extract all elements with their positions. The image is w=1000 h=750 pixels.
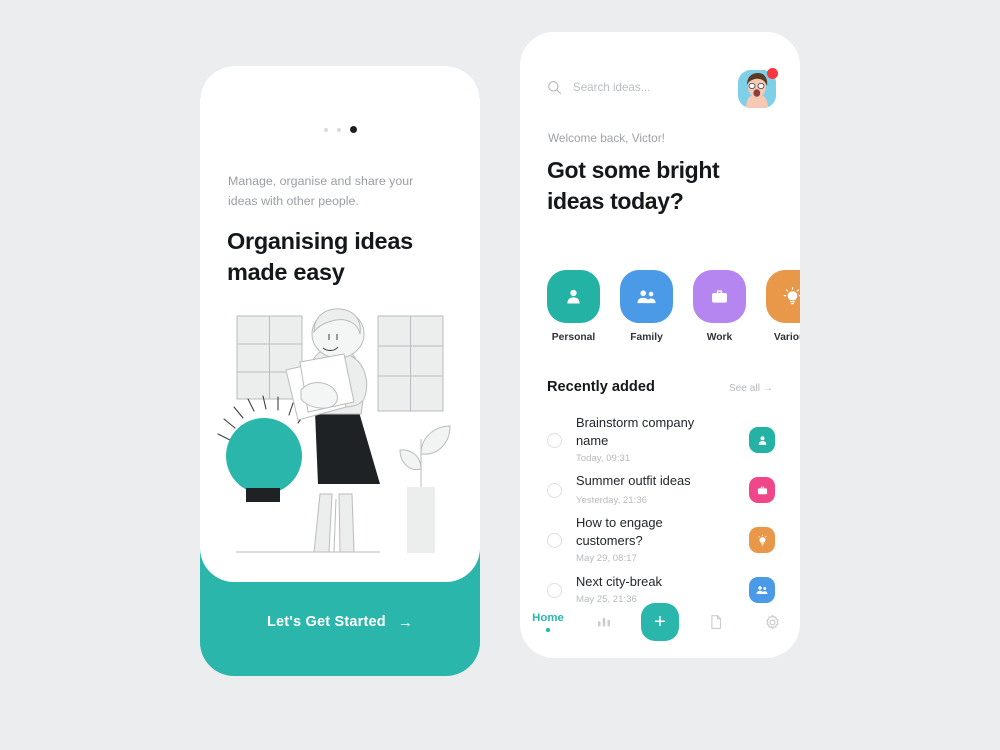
page-dot-3[interactable] bbox=[349, 126, 357, 133]
item-checkbox[interactable] bbox=[547, 432, 562, 448]
category-label: Family bbox=[630, 332, 663, 343]
item-category-badge[interactable] bbox=[749, 477, 775, 503]
person-icon bbox=[758, 435, 766, 445]
bottom-navigation: Home + bbox=[520, 586, 800, 658]
item-text: Brainstorm company name Today, 09:31 bbox=[576, 414, 726, 466]
home-card: Search ideas... Welcome back, Victor! Go… bbox=[520, 32, 800, 658]
add-button[interactable]: + bbox=[641, 603, 679, 641]
category-tile[interactable] bbox=[693, 270, 746, 323]
notification-dot bbox=[767, 68, 778, 79]
category-tile[interactable] bbox=[766, 270, 800, 323]
category-label: Personal bbox=[551, 332, 596, 343]
item-timestamp: Yesterday, 21:36 bbox=[576, 495, 647, 506]
onboarding-card: Manage, organise and share your ideas wi… bbox=[200, 66, 480, 582]
page-title: Got some bright ideas today? bbox=[547, 157, 720, 215]
onboarding-subtitle: Manage, organise and share your ideas wi… bbox=[228, 174, 414, 209]
bar-chart-icon bbox=[598, 617, 610, 627]
category-chip-family[interactable]: Family bbox=[620, 270, 673, 343]
recently-added-list: Brainstorm company name Today, 09:31 Sum… bbox=[547, 415, 775, 615]
welcome-text: Welcome back, Victor! bbox=[548, 131, 665, 145]
gear-icon bbox=[765, 614, 779, 629]
person-icon bbox=[567, 289, 580, 304]
item-category-badge[interactable] bbox=[749, 427, 775, 453]
nav-item-add[interactable]: + bbox=[632, 586, 688, 658]
home-screen: Search ideas... Welcome back, Victor! Go… bbox=[520, 32, 800, 658]
briefcase-icon bbox=[712, 290, 727, 303]
item-category-badge[interactable] bbox=[749, 527, 775, 553]
document-icon bbox=[711, 615, 722, 629]
list-item[interactable]: Summer outfit ideas Yesterday, 21:36 bbox=[547, 465, 775, 515]
active-indicator-dot bbox=[546, 628, 550, 632]
category-tile[interactable] bbox=[547, 270, 600, 323]
nav-item-home[interactable]: Home bbox=[520, 586, 576, 658]
lightbulb-icon bbox=[757, 534, 767, 545]
page-dot-2[interactable] bbox=[336, 127, 341, 132]
nav-item-documents[interactable] bbox=[688, 586, 744, 658]
nav-home-label: Home bbox=[532, 612, 564, 625]
category-chip-list: Personal Family Work Vario bbox=[547, 270, 800, 343]
category-label: Various bbox=[773, 332, 800, 343]
nav-item-stats[interactable] bbox=[576, 586, 632, 658]
nav-item-settings[interactable] bbox=[744, 586, 800, 658]
item-title: How to engage customers? bbox=[576, 515, 663, 549]
list-item[interactable]: Brainstorm company name Today, 09:31 bbox=[547, 415, 775, 465]
see-all-label: See all bbox=[728, 383, 760, 394]
item-text: Summer outfit ideas Yesterday, 21:36 bbox=[576, 472, 726, 508]
onboarding-screen: Let's Get Started → Manage, organise and… bbox=[200, 66, 480, 676]
section-title: Recently added bbox=[547, 379, 655, 395]
category-tile[interactable] bbox=[620, 270, 673, 323]
item-title: Summer outfit ideas bbox=[576, 473, 691, 488]
plus-icon: + bbox=[654, 611, 666, 633]
pager-dots bbox=[200, 126, 480, 133]
get-started-label: Let's Get Started bbox=[266, 614, 386, 630]
category-chip-personal[interactable]: Personal bbox=[547, 270, 600, 343]
people-icon bbox=[637, 290, 656, 304]
section-header: Recently added See all → bbox=[547, 379, 773, 395]
arrow-right-icon: → bbox=[397, 613, 414, 631]
item-checkbox[interactable] bbox=[547, 482, 562, 498]
search-input[interactable]: Search ideas... bbox=[573, 81, 650, 94]
woman-with-lightbulb-illustration bbox=[217, 308, 451, 553]
arrow-right-icon: → bbox=[762, 383, 773, 394]
item-text: How to engage customers? May 29, 08:17 bbox=[576, 514, 726, 566]
category-chip-various[interactable]: Various bbox=[766, 270, 800, 343]
briefcase-icon bbox=[757, 486, 767, 494]
search-icon bbox=[548, 81, 562, 95]
item-checkbox[interactable] bbox=[547, 532, 562, 548]
onboarding-headline: Organising ideas made easy bbox=[227, 228, 413, 286]
page-dot-1[interactable] bbox=[323, 127, 328, 132]
screenshot-canvas: Let's Get Started → Manage, organise and… bbox=[0, 0, 1000, 750]
see-all-link[interactable]: See all → bbox=[729, 383, 773, 394]
category-chip-work[interactable]: Work bbox=[693, 270, 746, 343]
item-title: Brainstorm company name bbox=[576, 415, 695, 449]
list-item[interactable]: How to engage customers? May 29, 08:17 bbox=[547, 515, 775, 565]
get-started-button[interactable]: Let's Get Started → bbox=[200, 568, 480, 676]
category-label: Work bbox=[706, 332, 733, 343]
lightbulb-icon bbox=[783, 287, 800, 305]
